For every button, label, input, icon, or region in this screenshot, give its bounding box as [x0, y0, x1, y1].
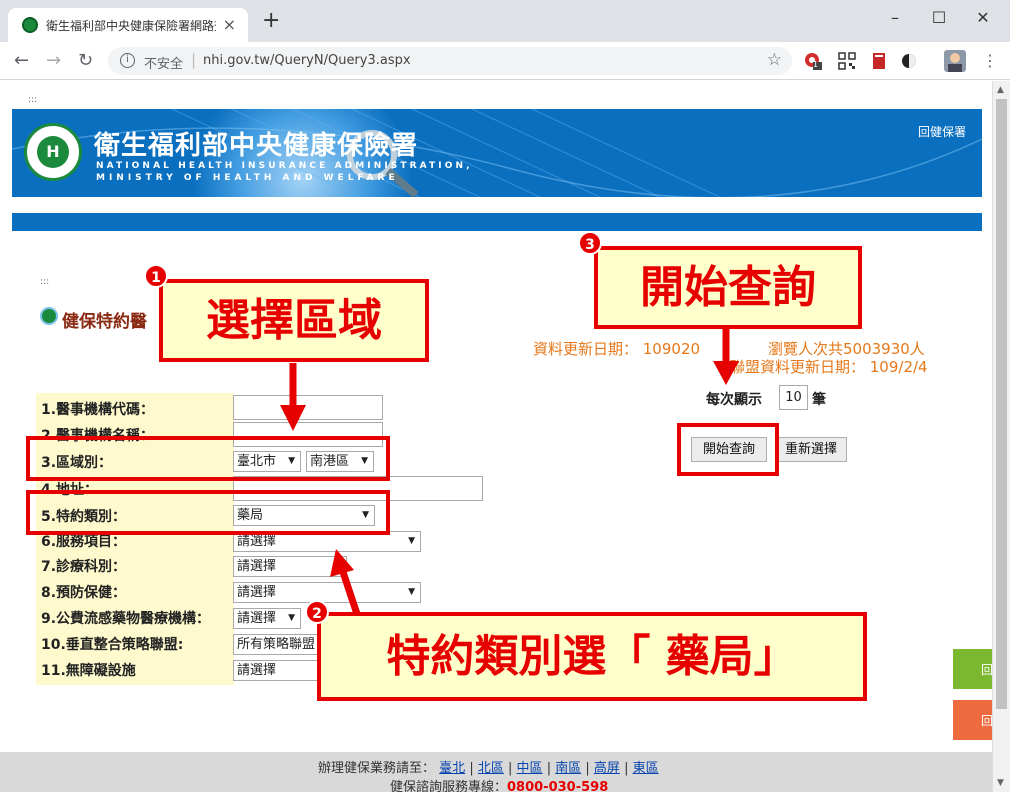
- tab-title: 衛生福利部中央健康保險署網路查詢: [46, 19, 216, 33]
- footer-link-north[interactable]: 北區: [478, 761, 504, 776]
- highlight-region-row: [26, 436, 390, 481]
- browser-toolbar: ← → ↻ i 不安全 | nhi.gov.tw/QueryN/Query3.a…: [0, 42, 1010, 80]
- footer-prefix: 辦理健保業務請至：: [318, 761, 436, 776]
- security-label: 不安全: [144, 57, 184, 72]
- footer-link-south[interactable]: 南區: [555, 761, 581, 776]
- back-arrow-icon[interactable]: ←: [14, 50, 29, 71]
- browser-title-bar: 衛生福利部中央健康保險署網路查詢 × + – ☐ ✕: [0, 0, 1010, 42]
- new-tab-button[interactable]: +: [262, 10, 280, 32]
- scrollbar-thumb[interactable]: [996, 99, 1007, 709]
- scroll-up-arrow-icon[interactable]: ▲: [997, 85, 1004, 95]
- highlight-search-button: [677, 423, 779, 476]
- footer-link-east[interactable]: 東區: [633, 761, 659, 776]
- callout-start-search: 開始查詢: [594, 246, 862, 329]
- url-separator: |: [191, 51, 197, 69]
- footer-link-kaoping[interactable]: 高屏: [594, 761, 620, 776]
- address-bar[interactable]: i 不安全 | nhi.gov.tw/QueryN/Query3.aspx ☆: [108, 47, 792, 75]
- footer-link-taipei[interactable]: 臺北: [439, 761, 465, 776]
- footer-sep: |: [469, 761, 474, 776]
- tab-close-icon[interactable]: ×: [223, 15, 236, 34]
- book-extension-icon[interactable]: [870, 52, 888, 70]
- footer-sep: |: [546, 761, 552, 776]
- page-content: ::: H 衛生福利部中央健康保險署 NATIONAL HEALTH INSUR…: [0, 81, 993, 792]
- browser-menu-icon[interactable]: ⋮: [982, 51, 998, 70]
- footer-sep: |: [508, 761, 513, 776]
- footer-sep: |: [585, 761, 590, 776]
- step-3-badge: 3: [578, 231, 602, 255]
- hotline-number: 0800-030-598: [507, 780, 609, 792]
- callout-select-region: 選擇區域: [159, 279, 429, 362]
- step-1-badge: 1: [144, 264, 168, 288]
- maximize-button[interactable]: ☐: [924, 8, 954, 27]
- reload-icon[interactable]: ↻: [78, 50, 93, 71]
- nhi-favicon-icon: [22, 17, 38, 33]
- page-footer: 辦理健保業務請至： 臺北 | 北區 | 中區 | 南區 | 高屏 | 東區 健保…: [0, 752, 992, 792]
- highlight-category-row: [26, 490, 390, 535]
- callout-select-pharmacy: 特約類別選「 藥局」: [317, 612, 867, 701]
- minimize-button[interactable]: –: [880, 8, 910, 27]
- info-icon[interactable]: i: [120, 53, 135, 68]
- hotline-label: 健保諮詢服務專線：: [390, 780, 508, 792]
- footer-branches: 辦理健保業務請至： 臺北 | 北區 | 中區 | 南區 | 高屏 | 東區: [318, 757, 659, 776]
- qr-code-icon[interactable]: [838, 52, 856, 70]
- extension-badge-count: 1: [813, 60, 819, 69]
- browser-tab[interactable]: 衛生福利部中央健康保險署網路查詢 ×: [8, 8, 248, 42]
- step-2-badge: 2: [305, 600, 329, 624]
- footer-link-central[interactable]: 中區: [517, 761, 543, 776]
- close-window-button[interactable]: ✕: [968, 8, 998, 27]
- footer-sep: |: [624, 761, 629, 776]
- dark-mode-icon[interactable]: [900, 52, 918, 70]
- page-scrollbar[interactable]: ▲ ▼: [992, 81, 1010, 792]
- profile-avatar[interactable]: [944, 50, 966, 72]
- footer-hotline: 健保諮詢服務專線：0800-030-598: [390, 776, 608, 792]
- scroll-down-arrow-icon[interactable]: ▼: [997, 778, 1004, 788]
- forward-arrow-icon[interactable]: →: [46, 50, 61, 71]
- url-text[interactable]: nhi.gov.tw/QueryN/Query3.aspx: [203, 53, 411, 68]
- bookmark-star-icon[interactable]: ☆: [767, 50, 782, 70]
